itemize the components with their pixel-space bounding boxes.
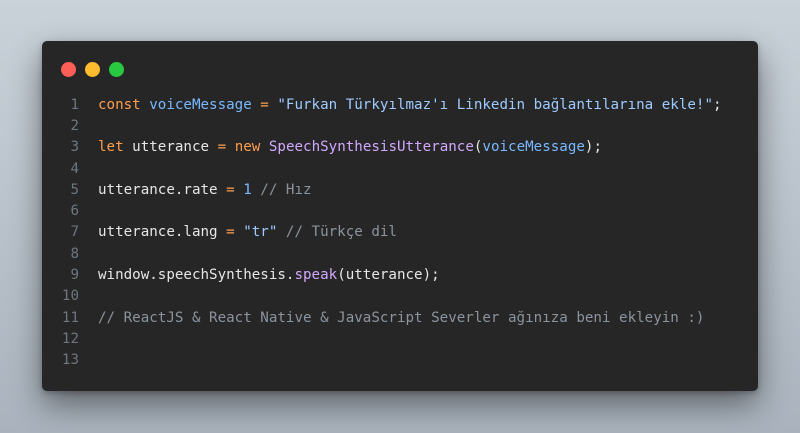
- line-number: 1: [70, 96, 79, 113]
- code-token: let: [98, 139, 124, 156]
- code-text: utterance.rate = 1 // Hız: [98, 182, 312, 198]
- code-token: new: [234, 139, 261, 156]
- code-line: 1 const voiceMessage = "Furkan Türkyılmaz…: [42, 94, 758, 115]
- line-number: 13: [61, 352, 79, 369]
- code-token: // Türkçe dil: [277, 224, 397, 241]
- code-editor: 1 const voiceMessage = "Furkan Türkyılmaz…: [42, 94, 758, 371]
- code-text: utterance.lang = "tr" // Türkçe dil: [98, 224, 397, 240]
- code-token: voiceMessage: [149, 96, 252, 113]
- code-token: "Furkan Türkyılmaz'ı Linkedin bağlantıla…: [277, 96, 714, 113]
- line-number: 2: [70, 117, 79, 134]
- code-token: // Hız: [251, 181, 312, 198]
- code-token: =: [226, 224, 235, 241]
- code-token: 1: [243, 181, 252, 198]
- code-token: =: [226, 181, 235, 198]
- code-token: ;: [713, 96, 722, 113]
- line-number: 12: [61, 330, 79, 347]
- code-token: =: [251, 96, 278, 113]
- code-token: window.speechSynthesis.: [98, 267, 295, 284]
- code-line: 6: [42, 200, 758, 221]
- code-token: =: [217, 139, 227, 156]
- code-text: let utterance = new SpeechSynthesisUtter…: [98, 139, 602, 155]
- code-line: 12: [42, 328, 758, 349]
- code-text: // ReactJS & React Native & JavaScript S…: [98, 310, 704, 326]
- code-token: "tr": [243, 224, 278, 241]
- code-line: 5 utterance.rate = 1 // Hız: [42, 179, 758, 200]
- code-token: speak: [294, 267, 338, 284]
- close-dot-icon[interactable]: [61, 62, 76, 77]
- window-controls: [61, 62, 124, 78]
- code-token: const: [98, 96, 141, 113]
- code-text: window.speechSynthesis.speak(utterance);: [98, 267, 440, 283]
- code-token: utterance.rate: [98, 181, 227, 198]
- line-number: 4: [70, 160, 79, 177]
- line-number: 8: [70, 245, 79, 262]
- code-line: 2: [42, 115, 758, 136]
- code-line: 3 let utterance = new SpeechSynthesisUtte…: [42, 137, 758, 158]
- code-token: utterance.lang: [98, 224, 227, 241]
- code-token: voiceMessage: [482, 139, 585, 156]
- code-line: 9 window.speechSynthesis.speak(utterance)…: [42, 264, 758, 285]
- line-number: 10: [61, 288, 79, 305]
- code-line: 11 // ReactJS & React Native & JavaScript…: [42, 307, 758, 328]
- code-token: (utterance);: [337, 267, 440, 284]
- line-number: 7: [70, 224, 79, 241]
- code-line: 8: [42, 243, 758, 264]
- line-number: 6: [70, 203, 79, 220]
- maximize-dot-icon[interactable]: [109, 62, 124, 77]
- code-token: );: [584, 139, 602, 156]
- line-number: 5: [70, 181, 79, 198]
- code-token: utterance: [123, 139, 218, 156]
- code-line: 10: [42, 286, 758, 307]
- code-line: 13: [42, 350, 758, 371]
- line-number: 9: [70, 267, 79, 284]
- line-number: 11: [61, 309, 79, 326]
- code-token: // ReactJS & React Native & JavaScript S…: [98, 309, 705, 326]
- code-window: 1 const voiceMessage = "Furkan Türkyılmaz…: [42, 41, 758, 391]
- line-number: 3: [70, 139, 79, 156]
- minimize-dot-icon[interactable]: [85, 62, 100, 77]
- code-line: 7 utterance.lang = "tr" // Türkçe dil: [42, 222, 758, 243]
- code-token: SpeechSynthesisUtterance: [268, 139, 474, 156]
- code-text: const voiceMessage = "Furkan Türkyılmaz'…: [98, 97, 722, 113]
- code-line: 4: [42, 158, 758, 179]
